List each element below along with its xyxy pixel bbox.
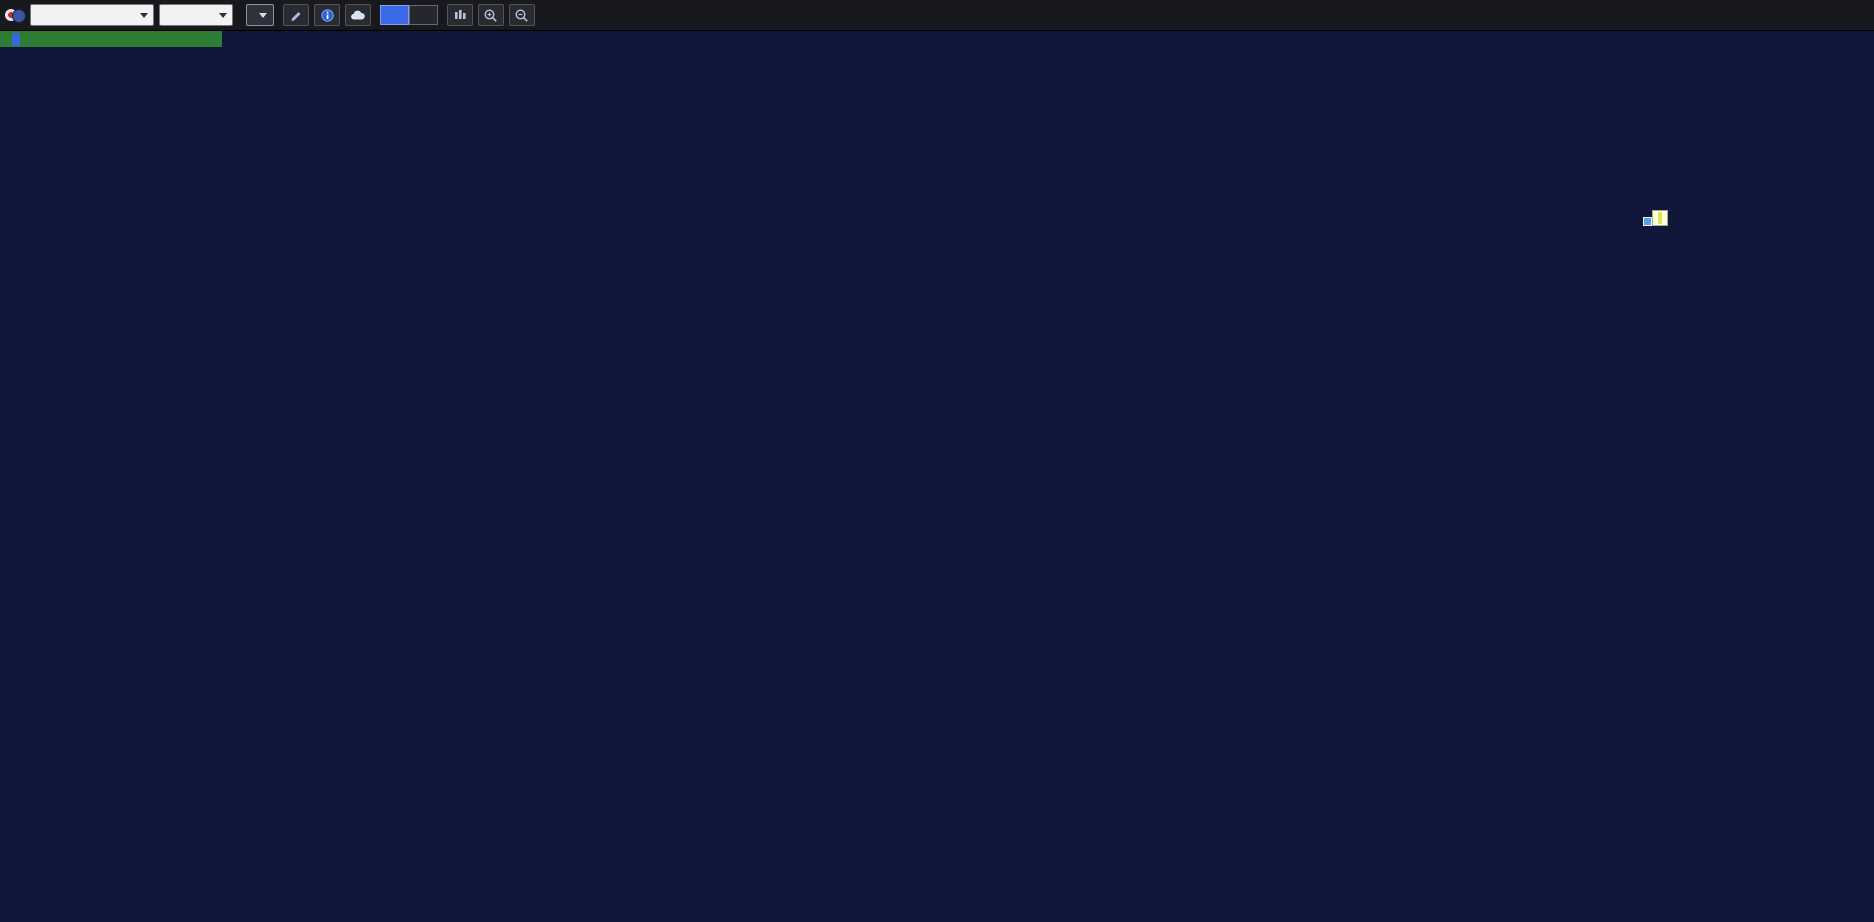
chevron-down-icon xyxy=(140,13,148,18)
hover-point-marker xyxy=(1643,217,1652,226)
chevron-down-icon xyxy=(219,13,227,18)
zoom-in-icon xyxy=(483,8,499,23)
info-icon xyxy=(320,8,335,23)
pencil-icon xyxy=(289,8,304,23)
info-button[interactable] xyxy=(314,4,340,26)
draw-pencil-button[interactable] xyxy=(283,4,309,26)
ask-button[interactable] xyxy=(409,5,438,25)
pair-select[interactable] xyxy=(30,4,154,26)
latest-candle-row[interactable] xyxy=(0,31,222,47)
ichimoku-tooltip xyxy=(1652,210,1668,226)
cloud-toggle-button[interactable] xyxy=(345,4,371,26)
latest-candle-badge[interactable] xyxy=(12,33,20,46)
chart-canvas[interactable] xyxy=(0,0,1874,922)
technical-select-button[interactable] xyxy=(246,4,274,26)
bid-button[interactable] xyxy=(380,5,409,25)
timeframe-select[interactable] xyxy=(159,4,233,26)
chart-type-button[interactable] xyxy=(447,4,473,26)
toolbar xyxy=(0,0,1874,31)
zoom-out-icon xyxy=(514,8,530,23)
cloud-icon xyxy=(350,8,366,23)
candle-chart-icon xyxy=(453,8,468,22)
indicator-panel xyxy=(0,31,222,47)
pair-flag-icon xyxy=(5,8,25,22)
zoom-in-button[interactable] xyxy=(478,4,504,26)
tooltip-series-name xyxy=(1658,212,1662,224)
fx-chart-app xyxy=(0,0,1874,922)
chevron-down-icon xyxy=(259,13,267,18)
zoom-out-button[interactable] xyxy=(509,4,535,26)
